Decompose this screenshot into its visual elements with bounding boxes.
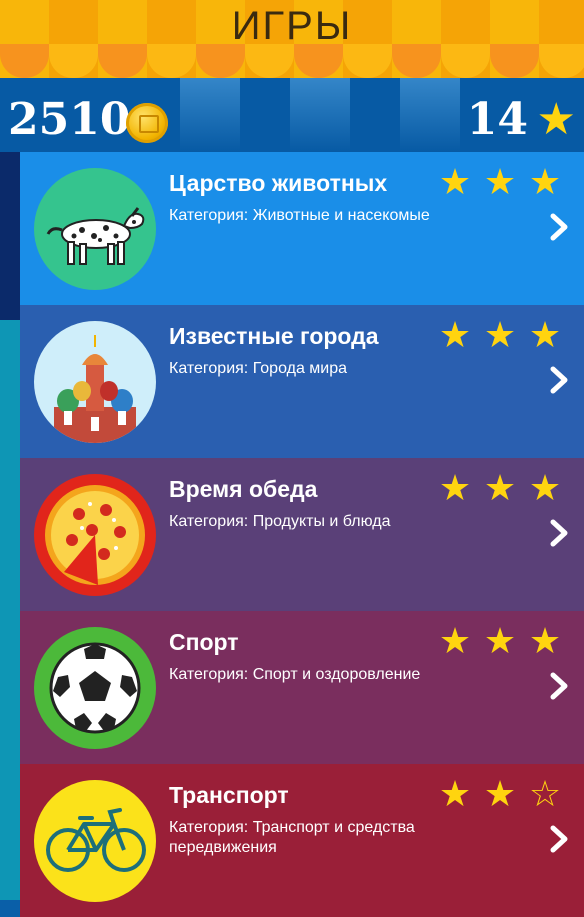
star-icon: ★: [483, 315, 517, 356]
dalmatian-icon: [34, 168, 156, 290]
game-card-animals[interactable]: Царство животных Категория: Животные и н…: [20, 152, 584, 305]
game-card-sport[interactable]: Спорт Категория: Спорт и оздоровление ★ …: [20, 611, 584, 764]
game-card-transport[interactable]: Транспорт Категория: Транспорт и средств…: [20, 764, 584, 917]
chevron-right-icon[interactable]: [546, 516, 572, 550]
star-icon: ★: [536, 94, 576, 145]
star-outline-icon: ☆: [528, 774, 562, 815]
star-icon: ★: [528, 621, 562, 662]
game-category: Категория: Животные и насекомые: [169, 207, 430, 224]
awning-header: ИГРЫ: [0, 0, 584, 78]
game-title: Царство животных: [169, 170, 388, 196]
game-category: Категория: Спорт и оздоровление: [169, 666, 421, 683]
star-icon: ★: [438, 162, 472, 203]
scrollbar-thumb[interactable]: [0, 152, 20, 320]
coins-count: 2510: [8, 94, 131, 145]
stats-bar: 2510 14 ★: [0, 78, 584, 152]
star-icon: ★: [528, 468, 562, 509]
game-category: Категория: Транспорт и средства передвиж…: [169, 819, 415, 856]
star-icon: ★: [528, 315, 562, 356]
game-category: Категория: Продукты и блюда: [169, 513, 391, 530]
star-icon: ★: [483, 621, 517, 662]
star-icon: ★: [438, 774, 472, 815]
coin-icon: [126, 103, 168, 143]
game-title: Время обеда: [169, 476, 318, 502]
soccer-ball-icon: [34, 627, 156, 749]
game-title: Транспорт: [169, 782, 289, 808]
chevron-right-icon[interactable]: [546, 822, 572, 856]
star-icon: ★: [483, 774, 517, 815]
game-card-cities[interactable]: Известные города Категория: Города мира …: [20, 305, 584, 458]
game-title: Спорт: [169, 629, 239, 655]
bicycle-icon: [34, 780, 156, 902]
kremlin-cathedral-icon: [34, 321, 156, 443]
awning-scallops: [0, 44, 584, 78]
star-icon: ★: [438, 315, 472, 356]
chevron-right-icon[interactable]: [546, 210, 572, 244]
game-card-lunch[interactable]: Время обеда Категория: Продукты и блюда …: [20, 458, 584, 611]
game-title: Известные города: [169, 323, 379, 349]
star-icon: ★: [438, 468, 472, 509]
star-icon: ★: [483, 162, 517, 203]
chevron-right-icon[interactable]: [546, 363, 572, 397]
star-icon: ★: [483, 468, 517, 509]
stars-count: 14: [466, 94, 528, 145]
star-icon: ★: [438, 621, 472, 662]
pizza-icon: [34, 474, 156, 596]
game-category: Категория: Города мира: [169, 360, 348, 377]
page-title: ИГРЫ: [231, 4, 353, 48]
star-icon: ★: [528, 162, 562, 203]
chevron-right-icon[interactable]: [546, 669, 572, 703]
